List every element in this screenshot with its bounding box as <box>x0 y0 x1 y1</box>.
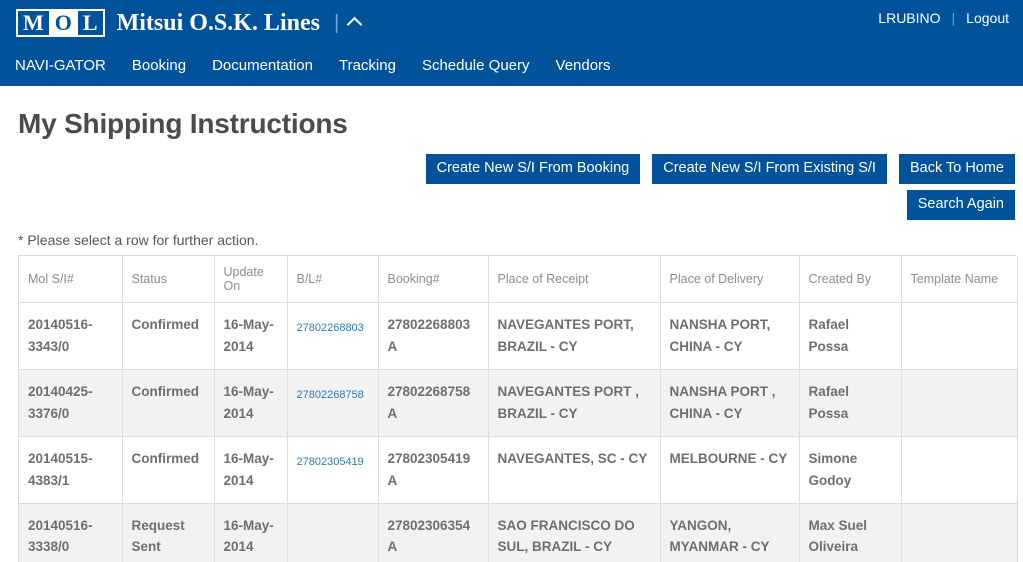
cell-place-of-receipt: SAO FRANCISCO DO SUL, BRAZIL - CY <box>488 503 661 562</box>
table-row[interactable]: 20140515-4383/1 Confirmed 16-May-2014 27802… <box>19 436 1018 504</box>
table-row[interactable]: 20140425-3376/0 Confirmed 16-May-2014 27802… <box>19 369 1018 437</box>
cell-template-name <box>901 369 1018 437</box>
column-header-created-by[interactable]: Created By <box>799 256 902 304</box>
nav-item-vendors[interactable]: Vendors <box>556 57 611 74</box>
column-header-status[interactable]: Status <box>122 256 215 304</box>
cell-update-on: 16-May-2014 <box>214 369 288 437</box>
table-row[interactable]: 20140516-3338/0 Request Sent 16-May-2014 27… <box>19 503 1018 562</box>
column-header-update-on[interactable]: Update On <box>214 256 288 304</box>
cell-place-of-receipt: NAVEGANTES PORT, BRAZIL - CY <box>488 302 661 371</box>
shipping-instructions-table: Mol S/I# Status Update On B/L# Booking# … <box>19 256 1018 562</box>
brand-name: Mitsui O.S.K. Lines <box>116 9 320 36</box>
cell-template-name <box>901 302 1018 371</box>
cell-place-of-receipt: NAVEGANTES, SC - CY <box>488 436 661 504</box>
cell-created-by: Simone Godoy <box>799 436 902 504</box>
page-content: My Shipping Instructions Create New S/I … <box>0 108 1023 562</box>
logo-letter-l: L <box>82 10 98 35</box>
cell-booking: 27802305419A <box>378 436 489 504</box>
nav-item-tracking[interactable]: Tracking <box>339 57 396 74</box>
brand-row: M O L Mitsui O.S.K. Lines | <box>0 0 1023 46</box>
cell-booking: 27802306354A <box>378 503 489 562</box>
create-new-si-from-existing-si-button[interactable]: Create New S/I From Existing S/I <box>652 154 887 185</box>
cell-bl: 27802268758 <box>287 369 379 437</box>
user-divider: | <box>951 10 956 26</box>
cell-booking: 27802268758A <box>378 369 489 437</box>
cell-mol-si: 20140516-3343/0 <box>19 302 123 371</box>
column-header-bl[interactable]: B/L# <box>287 256 379 304</box>
column-header-place-of-delivery[interactable]: Place of Delivery <box>660 256 800 304</box>
site-header: M O L Mitsui O.S.K. Lines | LRUBINO | Lo… <box>0 0 1023 86</box>
cell-status: Request Sent <box>122 503 215 562</box>
cell-mol-si: 20140515-4383/1 <box>19 436 123 504</box>
bl-number-link[interactable]: 27802268758 <box>297 381 364 405</box>
cell-mol-si: 20140516-3338/0 <box>19 503 123 562</box>
action-buttons: Create New S/I From Booking Create New S… <box>0 154 1023 221</box>
cell-status: Confirmed <box>122 302 215 371</box>
back-to-home-button[interactable]: Back To Home <box>898 154 1015 185</box>
cell-bl: 27802305419 <box>287 436 379 504</box>
cell-place-of-delivery: MELBOURNE - CY <box>660 436 800 504</box>
cell-update-on: 16-May-2014 <box>214 436 288 504</box>
cell-created-by: Max Suel Oliveira <box>799 503 902 562</box>
cell-place-of-receipt: NAVEGANTES PORT , BRAZIL - CY <box>488 369 661 437</box>
column-header-mol-si[interactable]: Mol S/I# <box>19 256 123 304</box>
cell-mol-si: 20140425-3376/0 <box>19 369 123 437</box>
cell-booking: 27802268803A <box>378 302 489 371</box>
main-nav: NAVI-GATOR Booking Documentation Trackin… <box>0 46 1023 84</box>
column-header-booking[interactable]: Booking# <box>378 256 489 304</box>
cell-created-by: Rafael Possa <box>799 302 902 371</box>
mol-logo: M O L <box>16 9 105 37</box>
action-buttons-row-1: Create New S/I From Booking Create New S… <box>425 154 1015 185</box>
logo-letter-m: M <box>23 10 44 35</box>
cell-update-on: 16-May-2014 <box>214 302 288 371</box>
table-body: 20140516-3343/0 Confirmed 16-May-2014 27802… <box>19 302 1018 562</box>
bl-number-link[interactable]: 27802305419 <box>297 448 364 472</box>
selection-hint: * Please select a row for further action… <box>18 232 259 249</box>
cell-update-on: 16-May-2014 <box>214 503 288 562</box>
cell-place-of-delivery: NANSHA PORT, CHINA - CY <box>660 302 800 371</box>
cell-status: Confirmed <box>122 436 215 504</box>
cell-status: Confirmed <box>122 369 215 437</box>
table-row[interactable]: 20140516-3343/0 Confirmed 16-May-2014 27802… <box>19 302 1018 371</box>
user-area: LRUBINO | Logout <box>878 10 1009 26</box>
cell-bl: 27802268803 <box>287 302 379 371</box>
nav-item-booking[interactable]: Booking <box>132 57 186 74</box>
logo-letter-o: O <box>48 11 78 35</box>
nav-item-schedule-query[interactable]: Schedule Query <box>422 57 530 74</box>
cell-bl <box>287 503 379 562</box>
cell-created-by: Rafael Possa <box>799 369 902 437</box>
action-buttons-row-2: Search Again <box>906 190 1015 221</box>
cell-template-name <box>901 503 1018 562</box>
search-again-button[interactable]: Search Again <box>906 190 1015 221</box>
column-header-template-name[interactable]: Template Name <box>901 256 1018 304</box>
page-title: My Shipping Instructions <box>18 108 348 139</box>
cell-place-of-delivery: NANSHA PORT , CHINA - CY <box>660 369 800 437</box>
create-new-si-from-booking-button[interactable]: Create New S/I From Booking <box>425 154 641 185</box>
nav-item-navi-gator[interactable]: NAVI-GATOR <box>15 57 106 74</box>
table-header-row: Mol S/I# Status Update On B/L# Booking# … <box>19 256 1018 304</box>
column-header-place-of-receipt[interactable]: Place of Receipt <box>488 256 661 304</box>
nav-item-documentation[interactable]: Documentation <box>212 57 313 74</box>
logout-link[interactable]: Logout <box>966 10 1009 26</box>
cell-template-name <box>901 436 1018 504</box>
shipping-instructions-table-wrapper: Mol S/I# Status Update On B/L# Booking# … <box>18 255 1018 562</box>
chevron-up-icon[interactable] <box>346 14 363 33</box>
username-label: LRUBINO <box>878 10 941 26</box>
brand-divider: | <box>333 11 340 34</box>
bl-number-link[interactable]: 27802268803 <box>297 314 364 338</box>
cell-place-of-delivery: YANGON, MYANMAR - CY <box>660 503 800 562</box>
